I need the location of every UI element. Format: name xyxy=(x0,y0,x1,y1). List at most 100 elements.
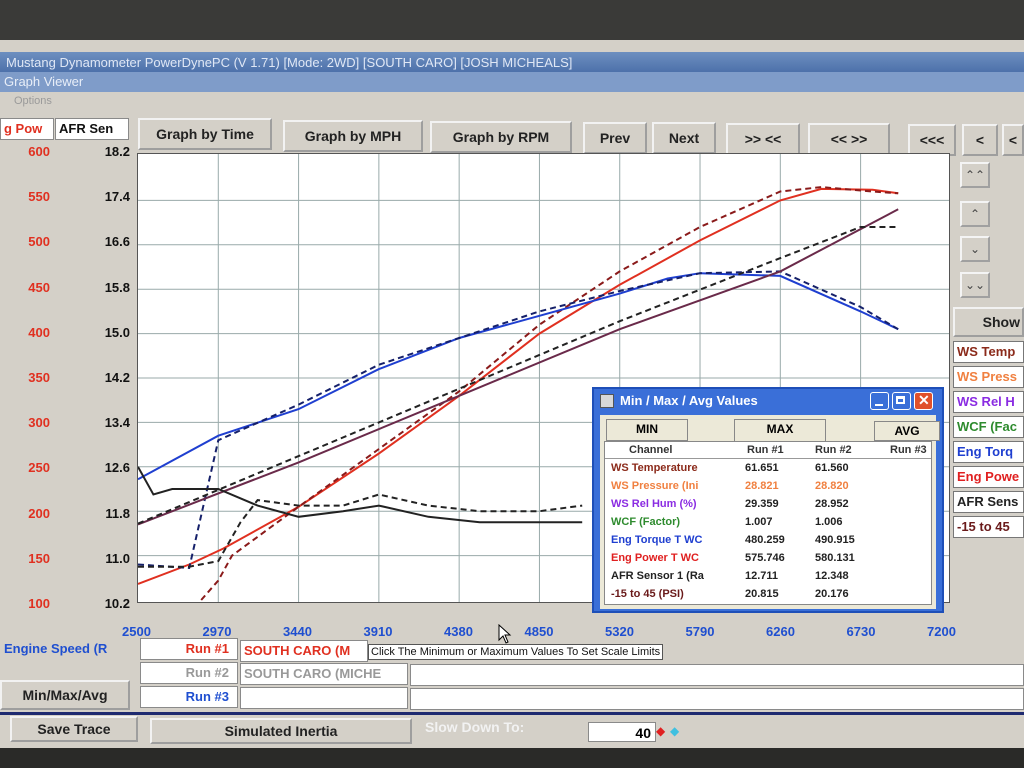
channel-toggle[interactable]: WS Temp xyxy=(953,341,1024,363)
show-button[interactable]: Show xyxy=(953,307,1024,337)
divider-bar xyxy=(0,712,1024,715)
graph-by-rpm-button[interactable]: Graph by RPM xyxy=(430,121,572,153)
scroll-first-button[interactable]: <<< xyxy=(908,124,956,156)
row-run1-value[interactable]: 480.259 xyxy=(745,534,785,546)
row-run2-value[interactable]: 28.820 xyxy=(815,480,849,492)
min-max-avg-dialog: Min / Max / Avg Values ✕ MIN MAX AVG Cha… xyxy=(592,387,944,613)
y-tick-power: 100 xyxy=(28,596,50,611)
close-button[interactable]: ✕ xyxy=(914,392,933,410)
y-tick-afr: 17.4 xyxy=(104,189,130,205)
maximize-button[interactable] xyxy=(892,392,911,410)
x-tick-rpm: 4850 xyxy=(524,624,554,639)
zoom-in-button[interactable]: >> << xyxy=(726,123,800,155)
row-run1-value[interactable]: 575.746 xyxy=(745,552,785,564)
y-tick-power: 150 xyxy=(28,550,50,566)
tooltip: Click The Minimum or Maximum Values To S… xyxy=(368,644,663,660)
y-tick-power: 450 xyxy=(28,279,50,295)
y-tick-afr: 15.0 xyxy=(104,324,130,340)
minimize-button[interactable] xyxy=(870,392,889,410)
scroll-top-button[interactable]: ⌃⌃ xyxy=(960,162,990,188)
y-tick-afr: 15.8 xyxy=(104,279,130,295)
row-run2-value[interactable]: 20.176 xyxy=(815,588,849,600)
scroll-bottom-button[interactable]: ⌄⌄ xyxy=(960,272,990,298)
y-tick-afr: 16.6 xyxy=(104,234,130,250)
next-button[interactable]: Next xyxy=(652,122,716,154)
chevron-down-icon: ⌄ xyxy=(969,242,981,256)
row-run2-value[interactable]: 12.348 xyxy=(815,570,849,582)
row-run1-value[interactable]: 1.007 xyxy=(745,516,773,528)
zoom-out-button[interactable]: << >> xyxy=(808,123,890,155)
row-channel: AFR Sensor 1 (Ra xyxy=(611,570,704,582)
x-tick-rpm: 5790 xyxy=(685,624,715,639)
channel-toggle[interactable]: Eng Powe xyxy=(953,466,1024,488)
row-channel: WS Temperature xyxy=(611,462,698,474)
row-run1-value[interactable]: 61.651 xyxy=(745,462,779,474)
run3-comment[interactable] xyxy=(410,688,1024,710)
run2-comment[interactable] xyxy=(410,664,1024,686)
header-divider xyxy=(605,458,931,459)
y-tick-power: 350 xyxy=(28,370,50,385)
run2-name[interactable]: SOUTH CARO (MICHE xyxy=(240,663,408,685)
run3-name[interactable] xyxy=(240,687,408,709)
run1-name[interactable]: SOUTH CARO (M xyxy=(240,640,368,662)
x-tick-rpm: 4380 xyxy=(444,624,473,639)
menu-options[interactable]: Options xyxy=(0,92,1024,110)
chevron-up-icon: ⌃ xyxy=(969,207,981,221)
window-title: Mustang Dynamometer PowerDynePC (V 1.71)… xyxy=(0,52,1024,74)
row-run1-value[interactable]: 12.711 xyxy=(745,570,778,582)
channel-toggle[interactable]: WS Rel H xyxy=(953,391,1024,413)
slow-down-value[interactable]: 40 xyxy=(588,722,656,742)
channel-toggle[interactable]: WS Press xyxy=(953,366,1024,388)
slow-down-spinner[interactable]: ◆ ◆ xyxy=(656,724,688,740)
col-header-run2: Run #2 xyxy=(815,444,852,456)
row-channel: WCF (Factor) xyxy=(611,516,681,528)
scroll-right-button[interactable]: < xyxy=(1002,124,1024,156)
channel-toggle[interactable]: -15 to 45 xyxy=(953,516,1024,538)
row-run2-value[interactable]: 61.560 xyxy=(815,462,849,474)
run2-label: Run #2 xyxy=(140,662,238,684)
min-max-avg-button[interactable]: Min/Max/Avg xyxy=(0,680,130,710)
left-axis-selector-afr[interactable]: AFR Sen xyxy=(55,118,129,140)
row-run2-value[interactable]: 1.006 xyxy=(815,516,843,528)
y-tick-power: 500 xyxy=(28,234,50,250)
arrow-up-cyan-icon: ◆ xyxy=(670,724,680,738)
graph-by-time-button[interactable]: Graph by Time xyxy=(138,118,272,150)
simulated-inertia-button[interactable]: Simulated Inertia xyxy=(150,718,412,744)
maximize-icon xyxy=(896,396,905,404)
row-run1-value[interactable]: 28.821 xyxy=(745,480,779,492)
channel-toggle[interactable]: AFR Sens xyxy=(953,491,1024,513)
x-tick-rpm: 6730 xyxy=(846,624,876,639)
row-channel: Eng Power T WC xyxy=(611,552,699,564)
y-tick-afr: 11.8 xyxy=(105,505,130,521)
scroll-down-button[interactable]: ⌄ xyxy=(960,236,990,262)
row-run1-value[interactable]: 20.815 xyxy=(745,588,779,600)
scroll-left-button[interactable]: < xyxy=(962,124,998,156)
tab-avg[interactable]: AVG xyxy=(874,421,940,441)
run3-label: Run #3 xyxy=(140,686,238,708)
save-trace-button[interactable]: Save Trace xyxy=(10,716,138,742)
row-run2-value[interactable]: 580.131 xyxy=(815,552,855,564)
x-channel-selector[interactable]: Engine Speed (R xyxy=(0,638,132,662)
x-tick-rpm: 2970 xyxy=(202,624,232,639)
col-header-run1: Run #1 xyxy=(747,444,784,456)
row-run2-value[interactable]: 490.915 xyxy=(815,534,855,546)
scroll-up-button[interactable]: ⌃ xyxy=(960,201,990,227)
row-run2-value[interactable]: 28.952 xyxy=(815,498,849,510)
channel-toggle[interactable]: WCF (Fac xyxy=(953,416,1024,438)
y-tick-power: 550 xyxy=(28,189,50,205)
y-tick-afr: 14.2 xyxy=(104,370,130,385)
left-axis-selector-power[interactable]: g Pow xyxy=(0,118,54,140)
tab-min[interactable]: MIN xyxy=(606,419,688,441)
row-channel: WS Pressure (Ini xyxy=(611,480,699,492)
channel-toggle[interactable]: Eng Torq xyxy=(953,441,1024,463)
y-tick-power: 300 xyxy=(28,415,50,431)
row-channel: WS Rel Hum (%) xyxy=(611,498,697,510)
row-channel: Eng Torque T WC xyxy=(611,534,703,546)
col-header-channel: Channel xyxy=(629,444,673,456)
prev-button[interactable]: Prev xyxy=(583,122,647,154)
row-run1-value[interactable]: 29.359 xyxy=(745,498,779,510)
tab-max[interactable]: MAX xyxy=(734,419,826,441)
graph-by-mph-button[interactable]: Graph by MPH xyxy=(283,120,423,152)
mouse-cursor-icon xyxy=(498,623,512,644)
x-tick-rpm: 2500 xyxy=(122,624,151,639)
